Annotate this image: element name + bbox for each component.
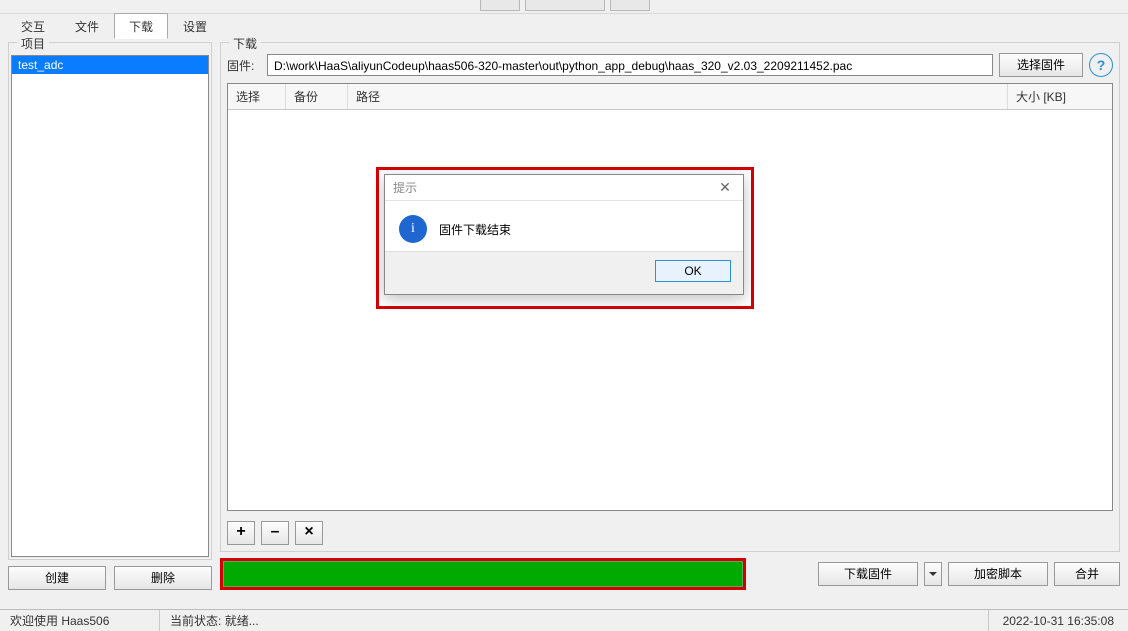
tab-settings[interactable]: 设置 xyxy=(168,13,222,38)
project-group: 项目 test_adc xyxy=(8,42,212,560)
firmware-label: 固件: xyxy=(227,57,261,74)
info-icon: i xyxy=(399,215,427,243)
download-group: 下载 固件: D:\work\HaaS\aliyunCodeup\haas506… xyxy=(220,42,1120,552)
status-welcome: 欢迎使用 Haas506 xyxy=(0,610,160,631)
add-button[interactable]: + xyxy=(227,521,255,545)
dialog-message: 固件下载结束 xyxy=(439,221,511,238)
project-item[interactable]: test_adc xyxy=(12,56,208,74)
info-dialog: 提示 ✕ i 固件下载结束 OK xyxy=(384,174,744,295)
chevron-down-icon xyxy=(928,569,938,579)
main-tabs: 交互 文件 下载 设置 xyxy=(0,14,1128,38)
status-state-label: 当前状态: xyxy=(170,612,221,629)
status-bar: 欢迎使用 Haas506 当前状态: 就绪... 2022-10-31 16:3… xyxy=(0,609,1128,631)
merge-button[interactable]: 合并 xyxy=(1054,562,1120,586)
tab-file[interactable]: 文件 xyxy=(60,13,114,38)
status-state: 当前状态: 就绪... xyxy=(160,610,989,631)
toolbar-placeholder xyxy=(525,0,605,11)
toolbar-placeholder xyxy=(610,0,650,11)
col-backup[interactable]: 备份 xyxy=(286,84,348,109)
top-toolbar-strip xyxy=(0,0,1128,14)
project-list[interactable]: test_adc xyxy=(11,55,209,557)
table-header: 选择 备份 路径 大小 [KB] xyxy=(228,84,1112,110)
delete-button[interactable]: 删除 xyxy=(114,566,212,590)
status-state-value: 就绪... xyxy=(225,612,259,629)
download-firmware-button[interactable]: 下载固件 xyxy=(818,562,918,586)
download-group-title: 下载 xyxy=(229,35,261,52)
col-select[interactable]: 选择 xyxy=(228,84,286,109)
tab-download[interactable]: 下载 xyxy=(114,13,168,39)
dialog-title: 提示 xyxy=(393,179,417,196)
download-dropdown[interactable] xyxy=(924,562,942,586)
select-firmware-button[interactable]: 选择固件 xyxy=(999,53,1083,77)
file-table[interactable]: 选择 备份 路径 大小 [KB] xyxy=(227,83,1113,511)
project-group-title: 项目 xyxy=(17,35,49,52)
remove-button[interactable]: – xyxy=(261,521,289,545)
col-size[interactable]: 大小 [KB] xyxy=(1008,84,1112,109)
dialog-close-icon[interactable]: ✕ xyxy=(715,179,735,196)
status-time: 2022-10-31 16:35:08 xyxy=(989,614,1128,628)
create-button[interactable]: 创建 xyxy=(8,566,106,590)
ok-button[interactable]: OK xyxy=(655,260,731,282)
col-path[interactable]: 路径 xyxy=(348,84,1008,109)
clear-button[interactable]: × xyxy=(295,521,323,545)
progress-highlight xyxy=(220,558,746,590)
firmware-path-input[interactable]: D:\work\HaaS\aliyunCodeup\haas506-320-ma… xyxy=(267,54,993,76)
progress-bar xyxy=(223,561,743,587)
help-icon[interactable]: ? xyxy=(1089,53,1113,77)
encrypt-script-button[interactable]: 加密脚本 xyxy=(948,562,1048,586)
toolbar-placeholder xyxy=(480,0,520,11)
